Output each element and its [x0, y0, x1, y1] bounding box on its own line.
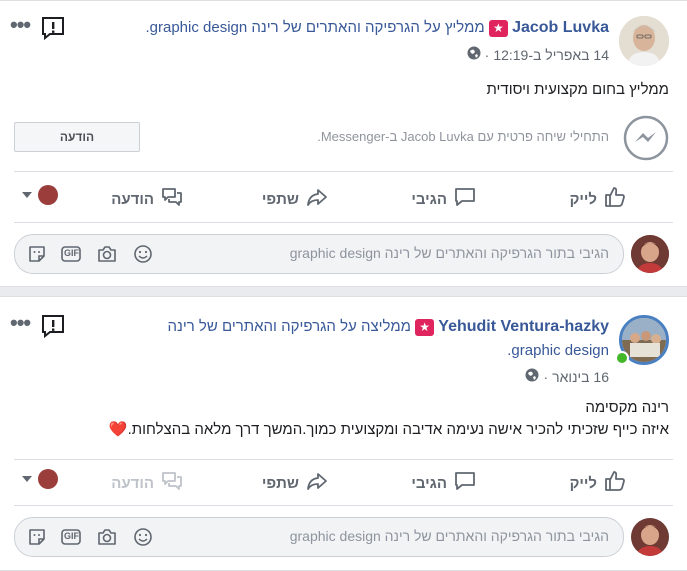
gif-label: GIF — [64, 531, 79, 541]
post-meta: 14 באפריל ב-12:19 · — [467, 46, 609, 63]
comment-label: הגיבי — [411, 190, 447, 208]
recommendation-text-continued[interactable]: graphic design. — [507, 342, 609, 359]
messenger-prompt: התחילי שיחה פרטית עם Jacob Luvka ב-Messe… — [317, 129, 609, 144]
send-message-button[interactable]: הודעה — [111, 185, 184, 213]
share-button[interactable]: שתפי — [262, 469, 329, 497]
report-icon[interactable] — [40, 15, 66, 46]
recommendation-star-icon: ★ — [488, 19, 508, 37]
thumbs-up-icon — [603, 185, 627, 213]
more-options-icon[interactable]: ••• — [10, 14, 31, 36]
meta-separator: · — [543, 368, 549, 385]
recommendation-text[interactable]: ממליצה על הגרפיקה והאתרים של רינה — [168, 318, 411, 335]
more-options-icon[interactable]: ••• — [10, 312, 31, 334]
emoji-icon[interactable] — [133, 527, 153, 547]
like-button[interactable]: לייק — [570, 469, 627, 497]
gif-label: GIF — [64, 248, 79, 258]
comment-label: הגיבי — [411, 474, 447, 492]
online-status-indicator — [615, 351, 629, 365]
globe-icon[interactable] — [467, 46, 481, 63]
share-label: שתפי — [261, 474, 299, 492]
comment-button[interactable]: הגיבי — [411, 185, 477, 213]
post-body: ממליץ בחום מקצועית ויסודית — [486, 81, 669, 98]
chevron-down-icon — [22, 476, 32, 482]
post-header: Yehudit Ventura-hazky ★ ממליצה על הגרפיק… — [168, 318, 609, 336]
comment-icon — [453, 469, 477, 497]
like-label: לייק — [569, 474, 597, 492]
post-body-text: איזה כייף שזכיתי להכיר אישה נעימה אדיבה … — [127, 421, 669, 438]
author-name[interactable]: Yehudit Ventura-hazky — [438, 318, 609, 335]
chevron-down-icon — [22, 192, 32, 198]
emoji-icon[interactable] — [133, 244, 153, 264]
chat-bubbles-icon — [160, 469, 184, 497]
gif-icon[interactable]: GIF — [61, 527, 81, 547]
like-label: לייק — [569, 190, 597, 208]
recommendation-post: Yehudit Ventura-hazky ★ ממליצה על הגרפיק… — [0, 296, 687, 571]
globe-icon[interactable] — [525, 368, 539, 385]
recommendation-star-icon: ★ — [415, 318, 435, 336]
sticker-icon[interactable] — [27, 244, 47, 264]
like-button[interactable]: לייק — [570, 185, 627, 213]
recommendation-post: Jacob Luvka ★ ממליץ על הגרפיקה והאתרים ש… — [0, 0, 687, 287]
author-avatar[interactable] — [619, 16, 669, 66]
comment-placeholder: הגיבי בתור הגרפיקה והאתרים של רינה graph… — [289, 528, 609, 544]
report-icon[interactable] — [40, 313, 66, 344]
post-as-selector[interactable] — [22, 469, 58, 489]
comment-icon — [453, 185, 477, 213]
messenger-icon[interactable] — [623, 115, 669, 166]
divider — [14, 459, 673, 460]
page-avatar — [631, 518, 669, 556]
comment-input[interactable]: הגיבי בתור הגרפיקה והאתרים של רינה graph… — [14, 234, 624, 274]
divider — [14, 171, 673, 172]
post-date[interactable]: 16 בינואר — [552, 369, 609, 385]
chat-bubbles-icon — [160, 185, 184, 213]
message-label: הודעה — [111, 474, 154, 492]
message-button[interactable]: הודעה — [14, 122, 140, 152]
share-icon — [305, 469, 329, 497]
page-avatar — [631, 235, 669, 273]
camera-icon[interactable] — [97, 527, 117, 547]
divider — [14, 222, 673, 223]
comment-input[interactable]: הגיבי בתור הגרפיקה והאתרים של רינה graph… — [14, 517, 624, 557]
page-avatar — [38, 185, 58, 205]
heart-emoji: ❤️ — [108, 421, 128, 438]
send-message-button-disabled: הודעה — [111, 469, 184, 497]
camera-icon[interactable] — [97, 244, 117, 264]
share-icon — [305, 185, 329, 213]
sticker-icon[interactable] — [27, 527, 47, 547]
post-header: Jacob Luvka ★ ממליץ על הגרפיקה והאתרים ש… — [145, 19, 609, 37]
post-date[interactable]: 14 באפריל ב-12:19 — [493, 47, 609, 63]
page-avatar — [38, 469, 58, 489]
divider — [14, 505, 673, 506]
message-label: הודעה — [111, 190, 154, 208]
comment-button[interactable]: הגיבי — [411, 469, 477, 497]
share-button[interactable]: שתפי — [262, 185, 329, 213]
post-meta: 16 בינואר · — [525, 368, 609, 385]
post-body-line-2: איזה כייף שזכיתי להכיר אישה נעימה אדיבה … — [109, 420, 669, 440]
recommendation-text[interactable]: ממליץ על הגרפיקה והאתרים של רינה graphic… — [145, 19, 484, 36]
meta-separator: · — [484, 46, 490, 63]
author-name[interactable]: Jacob Luvka — [512, 19, 609, 36]
comment-placeholder: הגיבי בתור הגרפיקה והאתרים של רינה graph… — [289, 245, 609, 261]
post-as-selector[interactable] — [22, 185, 58, 205]
post-body-line-1: רינה מקסימה — [585, 399, 669, 416]
thumbs-up-icon — [603, 469, 627, 497]
share-label: שתפי — [261, 190, 299, 208]
gif-icon[interactable]: GIF — [61, 244, 81, 264]
